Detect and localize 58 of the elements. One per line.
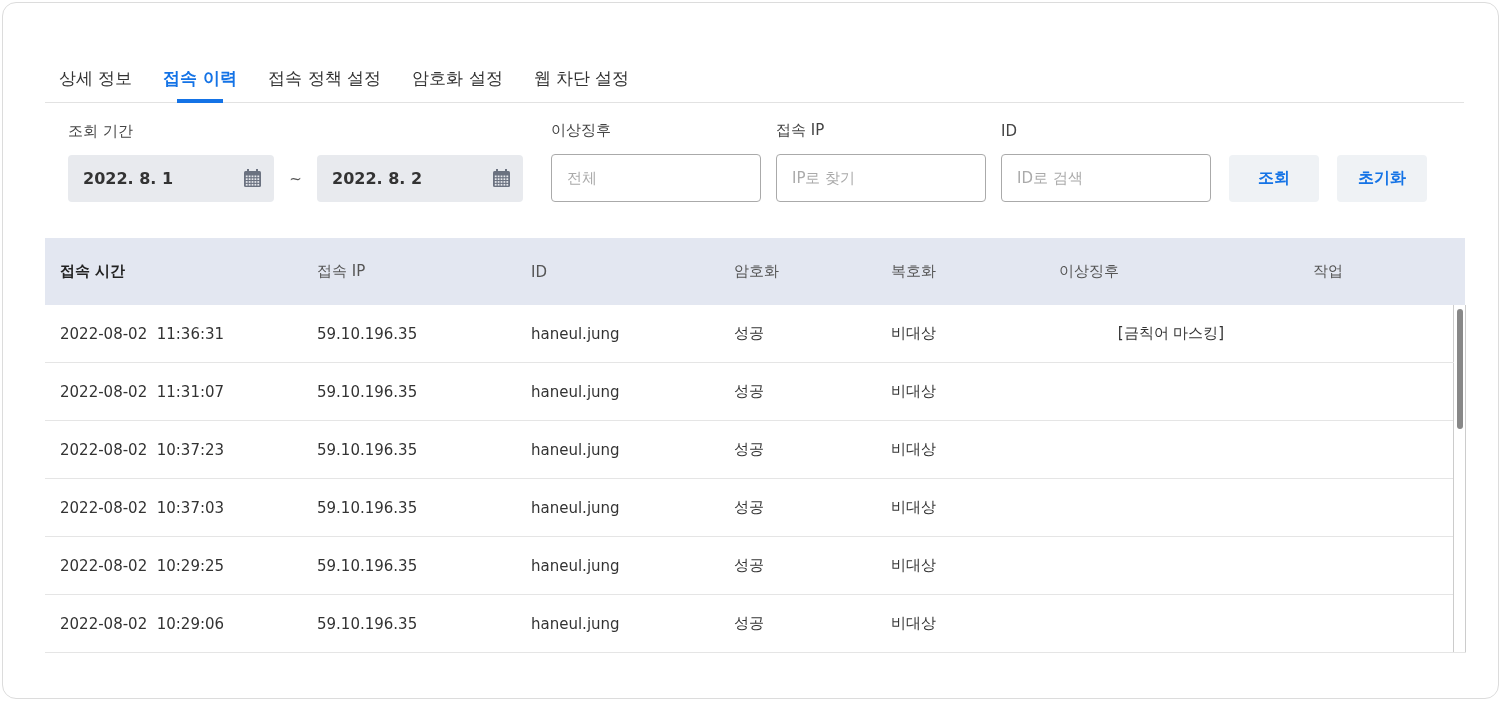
table-cell: 비대상 xyxy=(876,594,1044,653)
range-separator: ~ xyxy=(288,169,303,188)
table-cell: 59.10.196.35 xyxy=(302,536,516,595)
column-header: ID xyxy=(516,238,719,305)
calendar-icon xyxy=(492,169,511,188)
ip-field[interactable]: IP로 찾기 xyxy=(776,154,986,202)
table-cell: 59.10.196.35 xyxy=(302,594,516,653)
table-cell: 성공 xyxy=(719,305,876,363)
table-cell: 59.10.196.35 xyxy=(302,362,516,421)
table-cell: 비대상 xyxy=(876,478,1044,537)
calendar-icon xyxy=(243,169,262,188)
table-cell: haneul.jung xyxy=(516,478,719,537)
table-cell: 2022-08-02 10:37:23 xyxy=(45,420,302,479)
field-label: 이상징후 xyxy=(551,121,612,140)
table-cell: 성공 xyxy=(719,420,876,479)
field-label: 접속 IP xyxy=(776,121,826,140)
table-cell: 59.10.196.35 xyxy=(302,305,516,363)
table-cell: 비대상 xyxy=(876,420,1044,479)
table-cell: 비대상 xyxy=(876,305,1044,363)
id-field[interactable]: ID로 검색 xyxy=(1001,154,1211,202)
anomaly-field[interactable]: 전체 xyxy=(551,154,761,202)
table-cell: 성공 xyxy=(719,478,876,537)
table-cell: 59.10.196.35 xyxy=(302,420,516,479)
action-button[interactable]: 조회 xyxy=(1229,155,1319,202)
table-cell: haneul.jung xyxy=(516,305,719,363)
field-label: 조회 기간 xyxy=(68,122,134,141)
table-cell: 비대상 xyxy=(876,536,1044,595)
table-cell: 성공 xyxy=(719,594,876,653)
date-field[interactable]: 2022. 8. 1 xyxy=(68,155,274,202)
table-cell: 2022-08-02 11:31:07 xyxy=(45,362,302,421)
table-cell: 2022-08-02 11:36:31 xyxy=(45,305,302,363)
tab[interactable]: 웹 차단 설정 xyxy=(533,59,630,102)
table-cell: haneul.jung xyxy=(516,594,719,653)
column-header: 암호화 xyxy=(719,238,876,305)
table-cell: 59.10.196.35 xyxy=(302,478,516,537)
column-header: 이상징후 xyxy=(1044,238,1298,305)
table-cell: haneul.jung xyxy=(516,362,719,421)
column-header: 접속 IP xyxy=(302,238,516,305)
table-cell: 2022-08-02 10:37:03 xyxy=(45,478,302,537)
scrollbar-thumb[interactable] xyxy=(1456,309,1463,429)
table-cell: 성공 xyxy=(719,362,876,421)
field-label: ID xyxy=(1001,122,1018,140)
column-header: 접속 시간 xyxy=(45,238,302,305)
tab[interactable]: 접속 이력 xyxy=(163,59,238,102)
action-button[interactable]: 초기화 xyxy=(1337,155,1427,202)
column-header: 복호화 xyxy=(876,238,1044,305)
table-cell: [금칙어 마스킹] xyxy=(1044,305,1298,363)
tab[interactable]: 접속 정책 설정 xyxy=(268,59,382,102)
date-field[interactable]: 2022. 8. 2 xyxy=(317,155,523,202)
tab[interactable]: 상세 정보 xyxy=(59,59,133,102)
table-cell: 비대상 xyxy=(876,362,1044,421)
table-cell: haneul.jung xyxy=(516,420,719,479)
tab[interactable]: 암호화 설정 xyxy=(412,59,503,102)
table-cell: 성공 xyxy=(719,536,876,595)
column-header: 작업 xyxy=(1298,238,1465,305)
table-cell: 2022-08-02 10:29:06 xyxy=(45,594,302,653)
table-cell: haneul.jung xyxy=(516,536,719,595)
table-cell: 2022-08-02 10:29:25 xyxy=(45,536,302,595)
